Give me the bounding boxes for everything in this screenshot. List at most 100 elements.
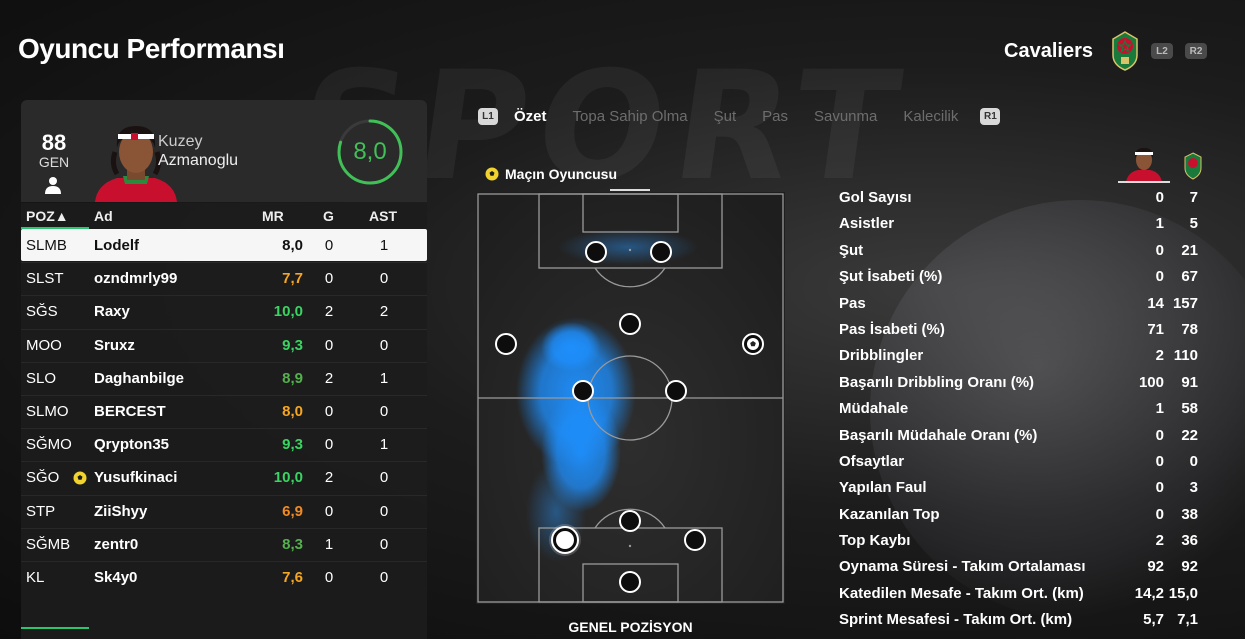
motm-marker xyxy=(742,333,764,355)
stat-player-value: 92 xyxy=(1147,558,1164,576)
tab-shooting[interactable]: Şut xyxy=(714,108,737,125)
l1-trigger-button[interactable]: L1 xyxy=(478,107,498,125)
stat-label: Dribblingler xyxy=(839,347,924,365)
l2-trigger-button[interactable]: L2 xyxy=(1151,43,1173,59)
stat-player-value: 5,7 xyxy=(1143,611,1164,629)
stat-team-value: 157 xyxy=(1172,294,1198,312)
header-goals[interactable]: G xyxy=(323,208,334,224)
player-column-underline xyxy=(1118,181,1170,183)
stat-label: Pas xyxy=(839,294,866,312)
stat-player-value: 0 xyxy=(1155,452,1164,470)
row-player-name: Raxy xyxy=(94,303,130,321)
stat-label: Pas İsabeti (%) xyxy=(839,320,945,338)
table-row[interactable]: STP ZiiShyy 6,9 0 0 xyxy=(21,494,427,527)
table-footer-accent xyxy=(21,627,89,629)
row-goals: 0 xyxy=(324,403,334,420)
stat-row: Şut 0 21 xyxy=(839,240,1209,266)
header-mr[interactable]: MR xyxy=(262,208,284,224)
row-position: SLST xyxy=(26,270,64,288)
table-row[interactable]: SĞS Raxy 10,0 2 2 xyxy=(21,295,427,327)
row-player-name: Sk4y0 xyxy=(94,569,138,586)
header-assists[interactable]: AST xyxy=(369,208,397,224)
row-goals: 0 xyxy=(324,436,334,454)
row-goals: 0 xyxy=(324,237,334,254)
stat-label: Yapılan Faul xyxy=(839,479,927,497)
stat-team-value: 36 xyxy=(1181,532,1198,550)
pitch-footer-label: GENEL POZİSYON xyxy=(568,619,693,635)
row-player-name: Yusufkinaci xyxy=(94,469,178,487)
stat-player-value: 0 xyxy=(1155,426,1164,444)
table-row[interactable]: SĞMO Qrypton35 9,3 0 1 xyxy=(21,428,427,460)
row-match-rating: 7,6 xyxy=(282,569,303,586)
header-name[interactable]: Ad xyxy=(94,208,113,224)
r2-trigger-button[interactable]: R2 xyxy=(1185,43,1207,59)
stat-row: Başarılı Müdahale Oranı (%) 0 22 xyxy=(839,425,1209,451)
row-assists: 0 xyxy=(379,535,389,553)
stat-row: Gol Sayısı 0 7 xyxy=(839,187,1209,213)
stat-player-value: 14,2 xyxy=(1134,584,1164,602)
row-assists: 0 xyxy=(379,469,389,487)
row-goals: 2 xyxy=(324,303,334,321)
r1-trigger-button[interactable]: R1 xyxy=(980,107,1001,125)
tab-summary[interactable]: Özet xyxy=(514,108,547,125)
tab-possession[interactable]: Topa Sahip Olma xyxy=(573,108,688,125)
row-goals: 1 xyxy=(324,535,334,553)
stat-label: Müdahale xyxy=(839,400,909,418)
stat-player-value: 71 xyxy=(1147,320,1164,338)
row-assists: 1 xyxy=(379,237,389,254)
table-row[interactable]: SĞMB zentr0 8,3 1 0 xyxy=(21,527,427,560)
table-row[interactable]: SLST ozndmrly99 7,7 0 0 xyxy=(21,262,427,294)
player-last-name: Azmanoglu xyxy=(158,152,239,169)
row-position: SĞS xyxy=(26,303,58,321)
table-row[interactable]: SLMB Lodelf 8,0 0 1 xyxy=(21,229,427,261)
motm-text: Maçın Oyuncusu xyxy=(505,166,618,182)
selected-player-marker xyxy=(549,524,581,556)
row-match-rating: 9,3 xyxy=(282,436,303,454)
pitch-heatmap xyxy=(476,192,785,604)
team-crest-small-icon xyxy=(1184,152,1202,180)
tab-defending[interactable]: Savunma xyxy=(814,108,877,125)
row-assists: 0 xyxy=(379,569,389,586)
stat-team-value: 7,1 xyxy=(1177,611,1198,629)
player-table: POZ▲ Ad MR G AST SLMB Lodelf 8,0 0 1 SLST oznd… xyxy=(21,203,427,639)
stat-player-value: 14 xyxy=(1147,294,1164,312)
motm-ball-icon xyxy=(485,167,499,181)
stats-tabs: L1 Özet Topa Sahip Olma Şut Pas Savunma … xyxy=(478,104,1001,128)
stat-team-value: 58 xyxy=(1181,400,1198,418)
stat-label: Ofsaytlar xyxy=(839,452,905,470)
stat-team-value: 67 xyxy=(1181,268,1198,286)
row-player-name: zentr0 xyxy=(94,535,139,553)
stat-team-value: 110 xyxy=(1173,347,1198,365)
overall-rating: 88 GEN xyxy=(37,132,71,171)
row-match-rating: 8,3 xyxy=(282,535,303,553)
row-player-name: Lodelf xyxy=(94,237,139,254)
stat-row: Ofsaytlar 0 0 xyxy=(839,451,1209,477)
team-crest-icon xyxy=(1112,31,1138,71)
table-row[interactable]: KL Sk4y0 7,6 0 0 xyxy=(21,561,427,593)
table-row[interactable]: MOO Sruxz 9,3 0 0 xyxy=(21,328,427,361)
stat-team-value: 0 xyxy=(1189,452,1198,470)
row-assists: 0 xyxy=(379,502,389,520)
row-assists: 1 xyxy=(379,436,389,454)
header-pos[interactable]: POZ▲ xyxy=(26,208,69,224)
page-title: Oyuncu Performansı xyxy=(18,33,285,64)
table-row[interactable]: SLMO BERCEST 8,0 0 0 xyxy=(21,395,427,427)
team-name: Cavaliers xyxy=(1004,39,1093,62)
row-position: SĞMB xyxy=(26,535,71,553)
table-row[interactable]: SĞO Yusufkinaci 10,0 2 0 xyxy=(21,461,427,493)
row-goals: 0 xyxy=(324,336,334,354)
tab-passing[interactable]: Pas xyxy=(762,108,788,125)
stat-team-value: 22 xyxy=(1181,426,1198,444)
stat-label: Şut xyxy=(839,241,864,259)
row-player-name: Sruxz xyxy=(94,336,135,354)
tab-goalkeeping[interactable]: Kalecilik xyxy=(903,108,958,125)
player-avatar-icon xyxy=(1126,148,1162,182)
row-match-rating: 7,7 xyxy=(282,270,303,288)
table-row[interactable]: SLO Daghanbilge 8,9 2 1 xyxy=(21,361,427,394)
person-icon xyxy=(45,177,61,194)
row-player-name: ozndmrly99 xyxy=(94,270,178,288)
player-first-name: Kuzey xyxy=(158,133,203,150)
stat-player-value: 1 xyxy=(1155,400,1164,418)
row-player-name: Qrypton35 xyxy=(94,436,170,454)
row-player-name: Daghanbilge xyxy=(94,369,185,387)
